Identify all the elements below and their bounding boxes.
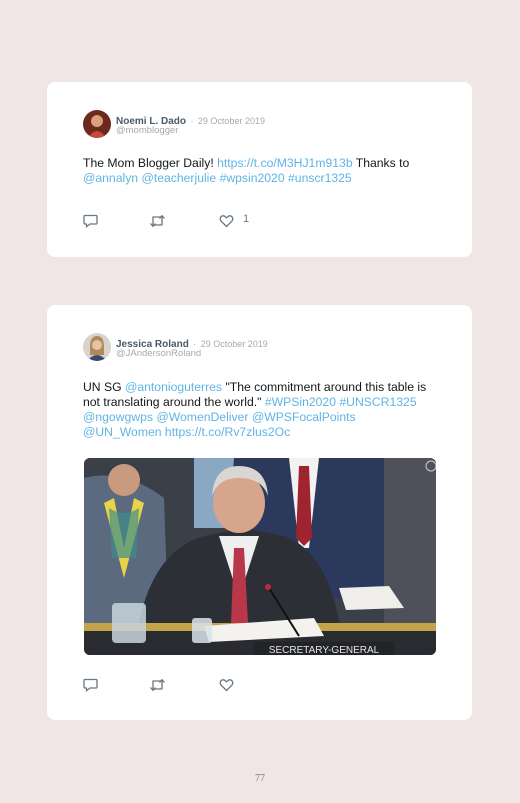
mention-link[interactable]: @WPSFocalPoints	[252, 410, 356, 424]
mention-link[interactable]: @teacherjulie	[141, 171, 216, 185]
tweet-text: UN SG @antonioguterres "The commitment a…	[83, 380, 428, 440]
tweet-date[interactable]: 29 October 2019	[198, 116, 265, 126]
author-handle[interactable]: @JAndersonRoland	[116, 348, 201, 359]
tweet-text: The Mom Blogger Daily! https://t.co/M3HJ…	[83, 156, 433, 186]
page-number: 77	[255, 773, 265, 784]
meta-separator: ·	[190, 116, 194, 126]
avatar[interactable]	[83, 333, 111, 361]
tweet-photo[interactable]: SECRETARY-GENERAL	[84, 458, 436, 655]
author-handle[interactable]: @momblogger	[116, 125, 178, 136]
retweet-icon[interactable]	[149, 214, 166, 228]
reply-icon[interactable]	[83, 678, 98, 692]
avatar[interactable]	[83, 110, 111, 138]
mention-link[interactable]: @WomenDeliver	[156, 410, 248, 424]
text-segment: The Mom Blogger Daily!	[83, 156, 218, 170]
hashtag-link[interactable]: #UNSCR1325	[339, 395, 416, 409]
mention-link[interactable]: @annalyn	[83, 171, 138, 185]
hashtag-link[interactable]: #wpsin2020	[220, 171, 285, 185]
tweet-link[interactable]: https://t.co/M3HJ1m913b	[217, 156, 352, 170]
text-segment: UN SG	[83, 380, 125, 394]
mention-link[interactable]: @antonioguterres	[125, 380, 222, 394]
like-count: 1	[243, 213, 250, 225]
tweet-date[interactable]: 29 October 2019	[201, 339, 268, 349]
hashtag-link[interactable]: #unscr1325	[288, 171, 352, 185]
hashtag-link[interactable]: #WPSin2020	[265, 395, 336, 409]
tweet-link[interactable]: https://t.co/Rv7zlus2Oc	[165, 425, 290, 439]
tweet-card: Noemi L. Dado · 29 October 2019 @momblog…	[47, 82, 472, 257]
reply-icon[interactable]	[83, 214, 98, 228]
retweet-icon[interactable]	[149, 678, 166, 692]
like-icon[interactable]	[219, 214, 234, 228]
mention-link[interactable]: @ngowgwps	[83, 410, 153, 424]
mention-link[interactable]: @UN_Women	[83, 425, 162, 439]
text-segment: Thanks to	[352, 156, 410, 170]
photo-nameplate: SECRETARY-GENERAL	[269, 645, 380, 655]
like-icon[interactable]	[219, 678, 234, 692]
tweet-card: Jessica Roland · 29 October 2019 @JAnder…	[47, 305, 472, 720]
